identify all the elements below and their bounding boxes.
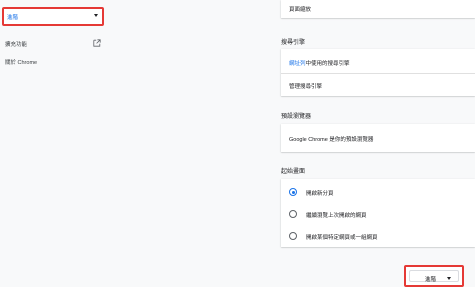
on-startup-title: 起始畫面 xyxy=(281,169,306,175)
advanced-button-highlight: 進階 xyxy=(404,265,464,287)
chevron-down-icon xyxy=(447,277,451,280)
divider xyxy=(281,73,475,74)
radio-label-specific-pages: 開啟某個特定網頁或一組網頁 xyxy=(306,235,378,241)
manage-search-engines-label: 管理搜尋引擎 xyxy=(289,84,323,90)
radio-open-new-tab[interactable] xyxy=(289,188,297,196)
address-bar-engine-row[interactable]: 網址列中使用的搜尋引擎 xyxy=(289,59,475,67)
radio-label-open-new-tab: 開啟新分頁 xyxy=(306,191,334,197)
sidebar-item-label: 擴充功能 xyxy=(5,42,28,48)
section-select[interactable]: 進階 xyxy=(2,7,104,26)
radio-label-continue: 繼續瀏覽上次開啟的網頁 xyxy=(306,213,367,219)
address-bar-link[interactable]: 網址列 xyxy=(289,61,306,67)
search-engine-card: 網址列中使用的搜尋引擎 管理搜尋引擎 xyxy=(281,49,475,96)
manage-search-engines-row[interactable]: 管理搜尋引擎 xyxy=(289,82,475,90)
sidebar-item-extensions[interactable]: 擴充功能 xyxy=(5,40,27,48)
section-select-value: 進階 xyxy=(7,15,19,21)
advanced-button-label: 進階 xyxy=(425,277,437,283)
search-engine-title: 搜尋引擎 xyxy=(281,40,306,46)
advanced-button[interactable]: 進階 xyxy=(409,270,459,283)
radio-continue-where-left-off[interactable] xyxy=(289,210,297,218)
appearance-card: 頁面縮放 xyxy=(281,0,475,18)
page-zoom-label: 頁面縮放 xyxy=(289,7,312,13)
on-startup-card: 開啟新分頁 繼續瀏覽上次開啟的網頁 開啟某個特定網頁或一組網頁 xyxy=(281,179,475,247)
radio-open-specific-pages[interactable] xyxy=(289,232,297,240)
page-zoom-row[interactable]: 頁面縮放 xyxy=(289,5,475,13)
sidebar: 進階 擴充功能 關於 Chrome xyxy=(0,0,110,287)
sidebar-item-about-chrome[interactable]: 關於 Chrome xyxy=(5,58,37,66)
open-in-new-icon[interactable] xyxy=(93,39,101,47)
chevron-down-icon xyxy=(94,14,98,17)
default-browser-title: 預設瀏覽器 xyxy=(281,114,312,120)
settings-page: 進階 擴充功能 關於 Chrome 頁面縮放 搜尋引擎 網址列中使用的搜尋引擎 … xyxy=(0,0,475,287)
default-browser-card: Google Chrome 是你的預設瀏覽器 xyxy=(281,124,475,152)
sidebar-item-label: 關於 Chrome xyxy=(5,60,38,66)
address-bar-engine-text: 中使用的搜尋引擎 xyxy=(305,61,350,67)
default-browser-status: Google Chrome 是你的預設瀏覽器 xyxy=(289,137,374,143)
